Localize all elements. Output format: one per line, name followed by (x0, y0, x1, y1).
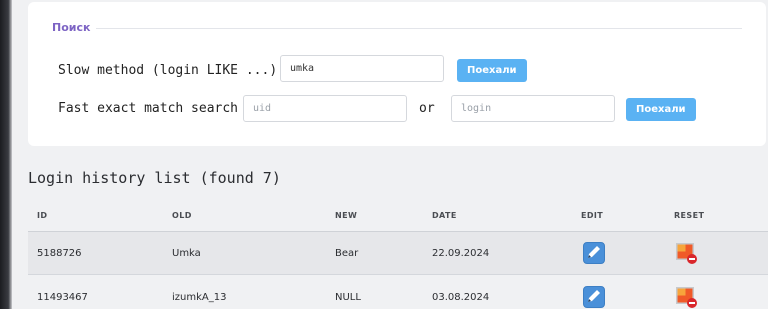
search-legend: Поиск (52, 21, 91, 34)
or-label: or (419, 101, 435, 116)
cell-new-login: NULL (335, 292, 361, 303)
legend-divider (96, 28, 742, 29)
pencil-icon (588, 290, 600, 302)
history-title: Login history list (found 7) (28, 169, 281, 187)
cell-old-login: izumkA_13 (172, 292, 227, 303)
slow-search-button[interactable]: Поехали (457, 59, 527, 82)
pencil-icon (588, 246, 600, 258)
cell-date: 03.08.2024 (432, 292, 490, 303)
search-panel: Поиск Slow method (login LIKE ...) Поеха… (28, 2, 766, 146)
fast-search-label: Fast exact match search (58, 101, 239, 116)
cell-id: 5188726 (37, 248, 82, 259)
cell-new-login: Bear (335, 248, 359, 259)
left-edge-shade (0, 0, 12, 309)
cell-date: 22.09.2024 (432, 248, 490, 259)
reset-image-icon (676, 287, 697, 308)
table-row: 5188726 Umka Bear 22.09.2024 (28, 232, 768, 275)
column-header-new: NEW (335, 211, 358, 220)
login-input[interactable] (451, 95, 615, 122)
reset-button[interactable] (675, 285, 699, 309)
cell-id: 11493467 (37, 292, 88, 303)
column-header-date: DATE (432, 211, 457, 220)
table-header: ID OLD NEW DATE EDIT RESET (28, 200, 768, 232)
slow-login-input[interactable] (280, 55, 444, 82)
edit-button[interactable] (583, 242, 605, 264)
uid-input[interactable] (243, 95, 407, 122)
column-header-id: ID (37, 211, 48, 220)
reset-button[interactable] (675, 241, 699, 265)
column-header-edit: EDIT (581, 211, 604, 220)
fast-search-button[interactable]: Поехали (626, 98, 696, 121)
column-header-reset: RESET (674, 211, 705, 220)
edit-button[interactable] (583, 286, 605, 308)
column-header-old: OLD (172, 211, 192, 220)
cell-old-login: Umka (172, 248, 201, 259)
reset-image-icon (676, 243, 697, 264)
table-row: 11493467 izumkA_13 NULL 03.08.2024 (28, 276, 768, 309)
slow-method-label: Slow method (login LIKE ...) (58, 63, 278, 78)
